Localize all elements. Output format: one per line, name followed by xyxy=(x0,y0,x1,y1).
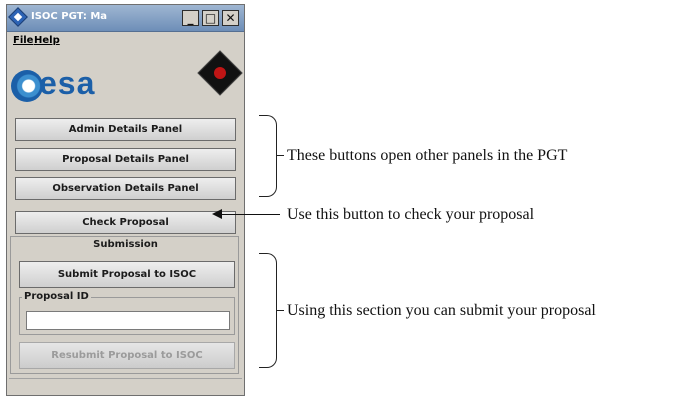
submission-title: Submission xyxy=(93,239,158,250)
esa-logo: esa xyxy=(11,65,131,104)
window-title: ISOC PGT: Ma xyxy=(31,11,108,22)
proposal-id-input[interactable] xyxy=(26,311,230,330)
menu-file[interactable]: File xyxy=(13,35,33,46)
menu-bar: File Help xyxy=(7,32,244,50)
panel-buttons-brace xyxy=(259,115,284,197)
left-arrow-icon xyxy=(212,209,222,219)
app-diamond-icon xyxy=(8,7,28,27)
mission-logo-icon xyxy=(197,50,243,96)
submit-proposal-button[interactable]: Submit Proposal to ISOC xyxy=(19,261,235,288)
check-arrow-line xyxy=(218,214,280,215)
title-bar[interactable]: ISOC PGT: Ma _ □ ✕ xyxy=(7,5,244,32)
submission-brace xyxy=(259,253,284,368)
admin-details-panel-button[interactable]: Admin Details Panel xyxy=(15,118,236,141)
check-annotation: Use this button to check your proposal xyxy=(287,206,535,223)
observation-details-panel-button[interactable]: Observation Details Panel xyxy=(15,177,236,200)
proposal-details-panel-button[interactable]: Proposal Details Panel xyxy=(15,148,236,171)
resubmit-proposal-button[interactable]: Resubmit Proposal to ISOC xyxy=(19,342,235,369)
pgt-main-window: ISOC PGT: Ma _ □ ✕ File Help esa Admin D… xyxy=(6,4,245,396)
status-bar xyxy=(9,378,242,395)
esa-logo-text: esa xyxy=(39,65,96,101)
maximize-button[interactable]: □ xyxy=(202,10,219,26)
check-proposal-button[interactable]: Check Proposal xyxy=(15,211,236,234)
close-button[interactable]: ✕ xyxy=(222,10,239,26)
minimize-button[interactable]: _ xyxy=(182,10,199,26)
menu-help[interactable]: Help xyxy=(34,35,60,46)
panels-annotation: These buttons open other panels in the P… xyxy=(287,147,568,164)
submission-annotation: Using this section you can submit your p… xyxy=(287,302,596,319)
proposal-id-label: Proposal ID xyxy=(22,291,91,302)
